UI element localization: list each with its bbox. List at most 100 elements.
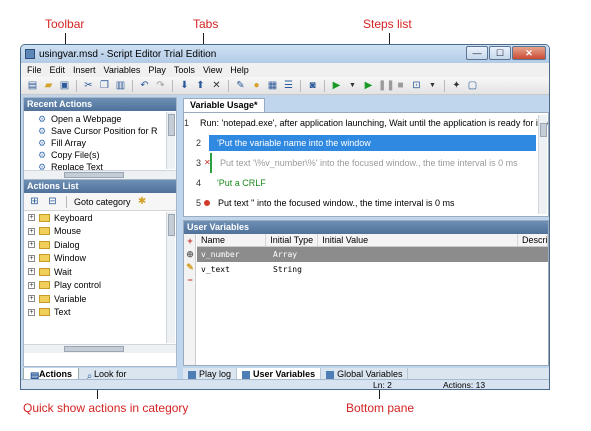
variable-name: v_number xyxy=(201,250,240,259)
paste-icon[interactable]: ▥ xyxy=(114,79,127,92)
insert-variable-icon[interactable]: ⊕ xyxy=(185,249,195,260)
column-name[interactable]: Name xyxy=(197,234,267,246)
menu-play[interactable]: Play xyxy=(148,65,166,75)
recent-item[interactable]: ⚙ Fill Array xyxy=(38,137,176,149)
close-button[interactable]: ✕ xyxy=(512,46,546,60)
recent-horizontal-scrollbar[interactable] xyxy=(24,170,176,179)
expand-icon[interactable]: + xyxy=(28,295,35,303)
table-header: Name Initial Type Initial Value Descript… xyxy=(197,234,548,247)
menu-tools[interactable]: Tools xyxy=(174,65,195,75)
step-row[interactable]: 1 Run: 'notepad.exe', after application … xyxy=(184,113,548,133)
tree-item-label: Dialog xyxy=(54,239,80,250)
steps-list: 1 Run: 'notepad.exe', after application … xyxy=(183,112,549,217)
column-description[interactable]: Description xyxy=(518,234,548,246)
move-down-icon[interactable]: ⬇ xyxy=(178,79,191,92)
breakpoint-icon[interactable]: ⊡ xyxy=(410,79,423,92)
tree-item-play-control[interactable]: + Play control xyxy=(24,279,176,293)
step-play-icon[interactable]: ▶ xyxy=(362,79,375,92)
options-dropdown-icon[interactable]: ▼ xyxy=(426,79,439,92)
tree-item-wait[interactable]: + Wait xyxy=(24,265,176,279)
play-dropdown-icon[interactable]: ▼ xyxy=(346,79,359,92)
step-row[interactable]: 4 'Put a CRLF xyxy=(184,173,548,193)
move-up-icon[interactable]: ⬆ xyxy=(194,79,207,92)
scroll-thumb[interactable] xyxy=(168,114,175,136)
tree-item-keyboard[interactable]: + Keyboard xyxy=(24,211,176,225)
menu-variables[interactable]: Variables xyxy=(104,65,141,75)
tree-item-variable[interactable]: + Variable xyxy=(24,292,176,306)
column-initial-type[interactable]: Initial Type xyxy=(266,234,319,246)
toolbar-divider xyxy=(300,79,301,92)
tree-item-dialog[interactable]: + Dialog xyxy=(24,238,176,252)
collapse-all-icon[interactable]: ⊟ xyxy=(46,195,59,208)
comment-icon[interactable]: ● xyxy=(250,79,263,92)
undo-icon[interactable]: ↶ xyxy=(138,79,151,92)
tree-item-window[interactable]: + Window xyxy=(24,252,176,266)
step-row[interactable]: 3 ✕ Put text '\%v_number\%' into the foc… xyxy=(184,153,548,173)
delete-icon[interactable]: ✕ xyxy=(210,79,223,92)
grid-icon[interactable]: ▦ xyxy=(266,79,279,92)
recent-item[interactable]: ⚙ Save Cursor Position for R xyxy=(38,125,176,137)
add-variable-icon[interactable]: + xyxy=(185,236,195,247)
annotation-steps-list: Steps list xyxy=(363,17,412,31)
cut-icon[interactable]: ✂ xyxy=(82,79,95,92)
step-row[interactable]: 5 Put text '' into the focused window., … xyxy=(184,193,548,213)
pointer-icon[interactable]: ✦ xyxy=(450,79,463,92)
window-icon[interactable]: ▢ xyxy=(466,79,479,92)
edit-variable-icon[interactable]: ✎ xyxy=(185,262,195,273)
copy-icon[interactable]: ❐ xyxy=(98,79,111,92)
recent-item[interactable]: ⚙ Copy File(s) xyxy=(38,149,176,161)
menu-file[interactable]: File xyxy=(27,65,42,75)
expand-all-icon[interactable]: ⊞ xyxy=(28,195,41,208)
expand-icon[interactable]: + xyxy=(28,214,35,222)
menu-help[interactable]: Help xyxy=(230,65,249,75)
steps-vertical-scrollbar[interactable] xyxy=(538,115,547,214)
scroll-thumb[interactable] xyxy=(64,172,124,178)
scroll-thumb[interactable] xyxy=(540,123,547,137)
pause-icon[interactable]: ❚❚ xyxy=(378,79,395,92)
step-number: 2 xyxy=(195,138,201,148)
menu-view[interactable]: View xyxy=(203,65,222,75)
edit-icon[interactable]: ✎ xyxy=(234,79,247,92)
goto-category-button[interactable]: Goto category xyxy=(74,197,131,207)
menu-insert[interactable]: Insert xyxy=(73,65,96,75)
title-bar[interactable]: usingvar.msd - Script Editor Trial Editi… xyxy=(21,45,549,63)
tab-variable-usage[interactable]: Variable Usage* xyxy=(183,98,265,112)
open-folder-icon[interactable]: ▰ xyxy=(42,79,55,92)
list-icon[interactable]: ☰ xyxy=(282,79,295,92)
expand-icon[interactable]: + xyxy=(28,241,35,249)
step-row[interactable]: 2 'Put the variable name into the window xyxy=(184,133,548,153)
minimize-button[interactable]: — xyxy=(466,46,488,60)
folder-icon xyxy=(39,254,50,263)
redo-icon[interactable]: ↷ xyxy=(154,79,167,92)
recent-item[interactable]: ⚙ Open a Webpage xyxy=(38,113,176,125)
global-variables-icon xyxy=(326,370,335,379)
step-number: 1 xyxy=(184,118,190,128)
save-icon[interactable]: ▣ xyxy=(58,79,71,92)
scroll-thumb[interactable] xyxy=(64,346,124,352)
stop-icon[interactable]: ■ xyxy=(394,79,407,92)
tree-item-text[interactable]: + Text xyxy=(24,306,176,320)
scroll-thumb[interactable] xyxy=(168,214,175,236)
category-dropdown-icon[interactable]: ✱ xyxy=(136,195,149,208)
expand-icon[interactable]: + xyxy=(28,268,35,276)
annotation-bottom-pane: Bottom pane xyxy=(346,401,415,415)
column-initial-value[interactable]: Initial Value xyxy=(318,234,518,246)
maximize-button[interactable]: ☐ xyxy=(489,46,511,60)
play-icon[interactable]: ▶ xyxy=(330,79,343,92)
expand-icon[interactable]: + xyxy=(28,308,35,316)
record-icon[interactable]: ◙ xyxy=(306,79,319,92)
menu-edit[interactable]: Edit xyxy=(50,65,66,75)
remove-variable-icon[interactable]: − xyxy=(185,275,195,286)
expand-icon[interactable]: + xyxy=(28,281,35,289)
actions-list-toolbar: ⊞ ⊟ Goto category ✱ xyxy=(24,193,176,211)
new-file-icon[interactable]: ▤ xyxy=(26,79,39,92)
folder-icon xyxy=(39,227,50,236)
actions-horizontal-scrollbar[interactable] xyxy=(24,344,176,353)
table-row[interactable]: v_text String xyxy=(197,262,548,277)
tree-item-mouse[interactable]: + Mouse xyxy=(24,225,176,239)
expand-icon[interactable]: + xyxy=(28,254,35,262)
recent-vertical-scrollbar[interactable] xyxy=(166,112,175,169)
actions-vertical-scrollbar[interactable] xyxy=(166,212,175,343)
table-row[interactable]: v_number Array xyxy=(197,247,548,262)
expand-icon[interactable]: + xyxy=(28,227,35,235)
